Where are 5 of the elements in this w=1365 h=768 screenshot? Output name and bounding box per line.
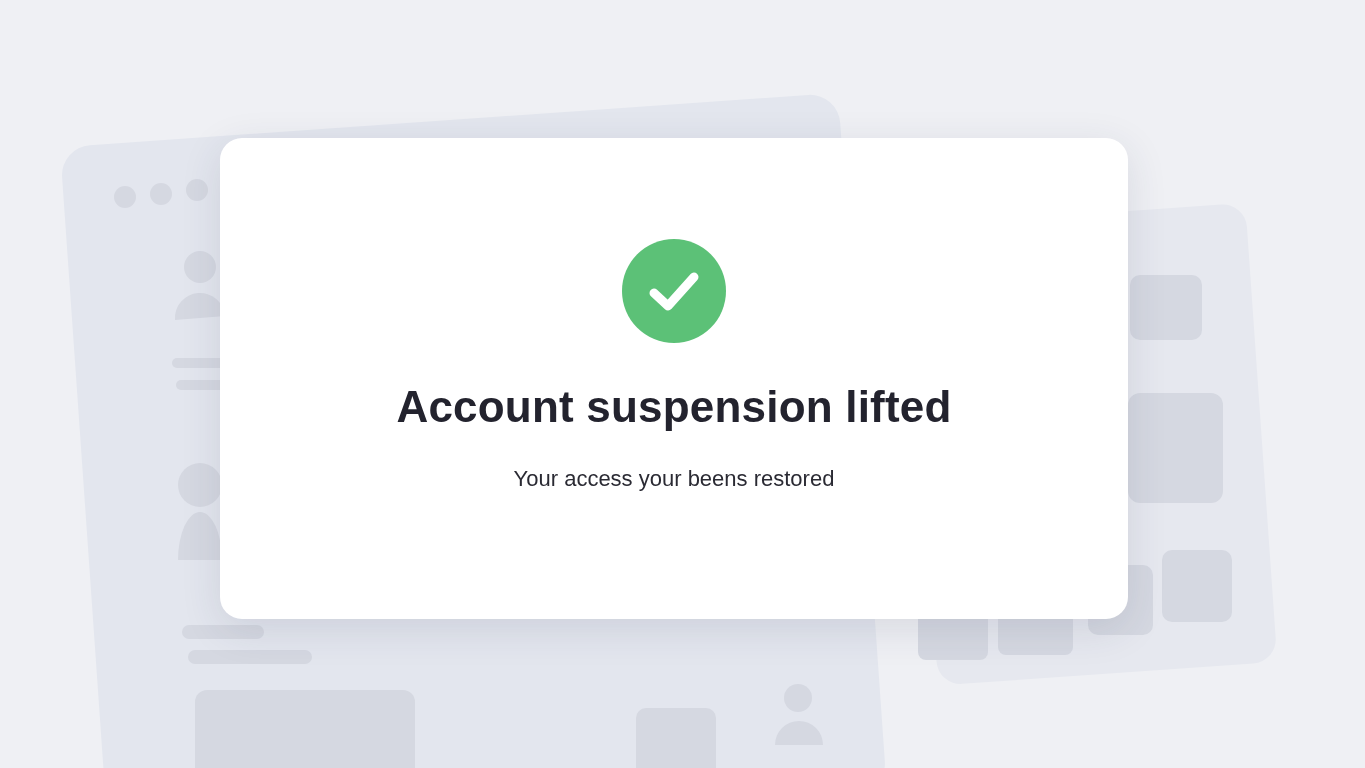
- dialog-title: Account suspension lifted: [396, 381, 952, 433]
- dialog-message: Your access your beens restored: [513, 464, 835, 493]
- placeholder-block: [1130, 275, 1202, 340]
- person-icon: [178, 463, 222, 560]
- success-check-icon: [622, 239, 726, 343]
